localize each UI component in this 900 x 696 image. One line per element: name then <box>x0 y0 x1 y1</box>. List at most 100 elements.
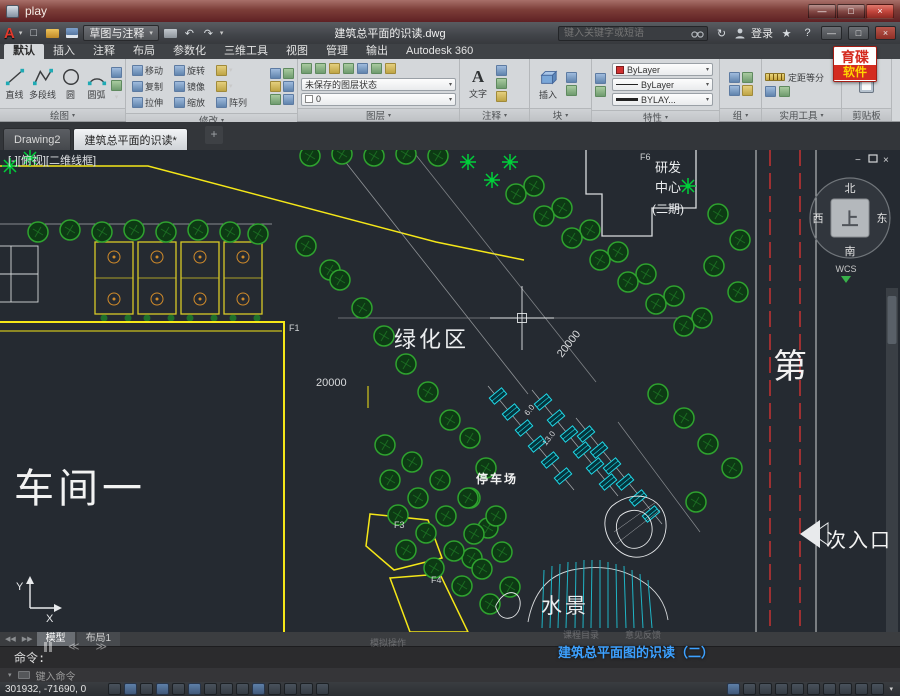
signin-link[interactable]: 登录 <box>751 25 773 41</box>
layer-properties-icon[interactable] <box>301 63 312 74</box>
status-menu-arrow-icon[interactable]: ▾ <box>887 685 895 693</box>
annotation-visibility-button[interactable] <box>775 683 788 695</box>
scale-button[interactable]: 缩放 <box>187 96 214 109</box>
file-tab[interactable]: Drawing2 <box>3 128 71 150</box>
scale-icon[interactable] <box>174 97 185 108</box>
array-icon[interactable] <box>216 97 227 108</box>
help-icon[interactable]: ? <box>800 27 815 40</box>
lineweight-toggle[interactable] <box>268 683 281 695</box>
rotate-icon[interactable] <box>174 65 185 76</box>
ribbon-tab[interactable]: 注释 <box>84 44 124 59</box>
ribbon-tab[interactable]: 布局 <box>124 44 164 59</box>
viewport-controls[interactable]: [-][俯视][二维线框] <box>8 153 96 167</box>
transparency-toggle[interactable] <box>284 683 297 695</box>
break-icon[interactable] <box>270 94 281 105</box>
ui-lock-button[interactable] <box>839 683 852 695</box>
window-close-button[interactable]: × <box>866 4 894 19</box>
annotate-panel-label[interactable]: 注释▾ <box>460 108 529 121</box>
hatch-tool-icon[interactable] <box>111 80 122 91</box>
trim-icon[interactable] <box>216 65 227 76</box>
forward-icon[interactable]: ≫ <box>96 640 108 653</box>
ribbon-tab[interactable]: Autodesk 360 <box>397 44 482 59</box>
id-point-icon[interactable] <box>779 86 790 97</box>
viewcube-west[interactable]: 西 <box>813 213 824 225</box>
offset-icon[interactable] <box>270 81 281 92</box>
move-icon[interactable] <box>132 65 143 76</box>
command-input[interactable]: ▾ 键入命令 <box>0 668 900 682</box>
app-minimize-button[interactable]: — <box>821 26 842 40</box>
erase-icon[interactable] <box>270 68 281 79</box>
snap-toggle[interactable] <box>124 683 137 695</box>
layout-nav-next-icon[interactable]: ▶▶ <box>20 635 35 643</box>
save-icon[interactable] <box>64 27 79 40</box>
layer-freeze-icon[interactable] <box>343 63 354 74</box>
line-button[interactable]: 直线 <box>3 67 26 101</box>
ribbon-tab[interactable]: 默认 <box>4 44 44 59</box>
player-menu-item[interactable]: 意见反馈 <box>625 628 661 641</box>
user-icon[interactable] <box>735 28 745 39</box>
model-space-button[interactable] <box>727 683 740 695</box>
create-block-icon[interactable] <box>566 72 577 83</box>
drawing-canvas[interactable]: Y X 上 北 南 西 东 WCS − <box>0 150 900 632</box>
insert-block-button[interactable]: 插入 <box>533 67 563 101</box>
app-close-button[interactable]: × <box>875 26 896 40</box>
chamfer-icon[interactable] <box>283 94 294 105</box>
ungroup-icon[interactable] <box>742 72 753 83</box>
app-menu-arrow-icon[interactable]: ▾ <box>19 29 23 37</box>
ribbon-tab[interactable]: 三维工具 <box>215 44 277 59</box>
copy-button[interactable]: 复制 <box>145 80 172 93</box>
stretch-button[interactable]: 拉伸 <box>145 96 172 109</box>
polyline-button[interactable]: 多段线 <box>29 67 56 101</box>
viewcube-east[interactable]: 东 <box>877 212 888 225</box>
print-icon[interactable] <box>163 27 178 40</box>
qat-dropdown-icon[interactable]: ▾ <box>220 29 224 37</box>
group-icon[interactable] <box>729 72 740 83</box>
player-menu-item[interactable]: 课程目录 <box>563 628 599 641</box>
doc-close-icon[interactable]: × <box>883 155 889 166</box>
doc-minimize-icon[interactable]: − <box>855 155 861 166</box>
layer-off-icon[interactable] <box>315 63 326 74</box>
layer-combo[interactable]: 0 ▾ <box>301 93 456 106</box>
workspace-switching-button[interactable] <box>823 683 836 695</box>
quick-properties-toggle[interactable] <box>300 683 313 695</box>
command-history[interactable]: 命令: <box>0 646 900 668</box>
block-panel-label[interactable]: 块▾ <box>530 108 591 121</box>
lineweight-combo[interactable]: BYLAY... ▾ <box>612 93 713 106</box>
array-button[interactable]: 阵列 <box>229 96 256 109</box>
quick-select-icon[interactable] <box>765 86 776 97</box>
sync-icon[interactable]: ↻ <box>714 27 729 40</box>
text-button[interactable]: A 文字 <box>463 68 493 100</box>
quick-view-layouts-button[interactable] <box>743 683 756 695</box>
copy-icon[interactable] <box>132 81 143 92</box>
canvas-scrollbar[interactable] <box>886 288 898 632</box>
new-icon[interactable]: □ <box>26 27 41 40</box>
ribbon-tab[interactable]: 输出 <box>357 44 397 59</box>
quick-view-drawings-button[interactable] <box>759 683 772 695</box>
clipboard-panel-label[interactable]: 剪贴板 <box>842 108 891 121</box>
search-input[interactable] <box>562 27 691 40</box>
object-snap-toggle[interactable] <box>188 683 201 695</box>
window-minimize-button[interactable]: — <box>808 4 836 19</box>
table-icon[interactable] <box>496 91 507 102</box>
join-icon[interactable] <box>283 81 294 92</box>
linetype-combo[interactable]: ByLayer ▾ <box>612 78 713 91</box>
layer-isolate-icon[interactable] <box>329 63 340 74</box>
autocad-menu-button[interactable]: A <box>4 26 15 41</box>
viewcube-north[interactable]: 北 <box>845 182 856 195</box>
polar-tracking-toggle[interactable] <box>172 683 185 695</box>
new-drawing-button[interactable]: + <box>205 126 223 144</box>
fillet-icon[interactable] <box>216 81 227 92</box>
wcs-menu[interactable]: WCS <box>836 264 857 274</box>
draw-flyout-arrow-icon[interactable]: ▾ <box>115 93 119 101</box>
layers-panel-label[interactable]: 图层▾ <box>298 108 459 121</box>
ribbon-tab[interactable]: 视图 <box>277 44 317 59</box>
group-manager-icon[interactable] <box>742 85 753 96</box>
explode-icon[interactable] <box>283 68 294 79</box>
isolate-objects-button[interactable] <box>855 683 868 695</box>
ribbon-tab[interactable]: 插入 <box>44 44 84 59</box>
selection-cycling-toggle[interactable] <box>316 683 329 695</box>
pause-icon[interactable] <box>44 642 52 652</box>
object-color-combo[interactable]: ByLayer ▾ <box>612 63 713 76</box>
layer-prev-icon[interactable] <box>385 63 396 74</box>
move-button[interactable]: 移动 <box>145 64 172 77</box>
